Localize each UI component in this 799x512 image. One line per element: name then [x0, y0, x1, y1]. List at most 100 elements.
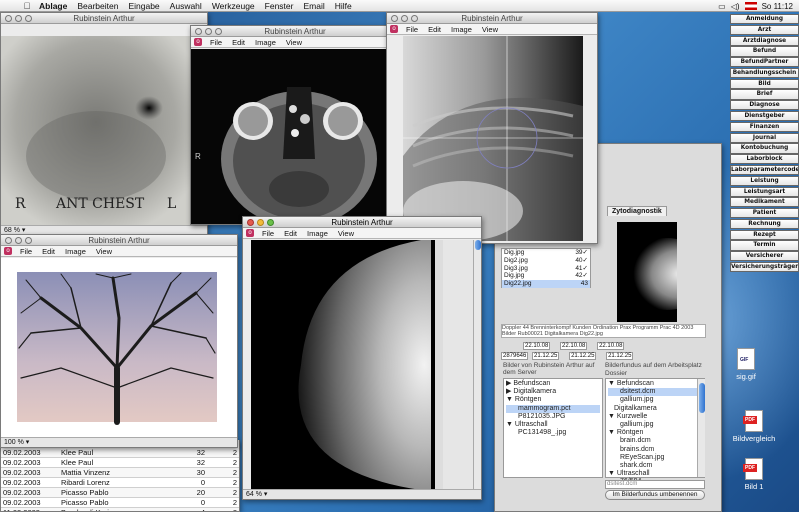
tree-item[interactable]: ▶ Digitalkamera: [506, 388, 600, 396]
titlebar[interactable]: Rubinstein Arthur: [1, 13, 207, 24]
volume-icon[interactable]: ◁): [731, 2, 740, 11]
viewer-menu-view[interactable]: View: [482, 25, 498, 34]
nav-button-laborparametercode[interactable]: Laborparametercode: [730, 164, 799, 176]
battery-icon[interactable]: ▭: [718, 2, 726, 11]
viewer-menu-file[interactable]: File: [406, 25, 418, 34]
table-row[interactable]: 09.02.2003 Ribardi Lorenz 0 2: [1, 477, 239, 488]
viewer-menu-edit[interactable]: Edit: [42, 247, 55, 256]
nav-button-finanzen[interactable]: Finanzen: [730, 121, 799, 132]
close-icon[interactable]: [5, 237, 12, 244]
nav-button-rechnung[interactable]: Rechnung: [730, 218, 799, 230]
nav-button-kontobuchung[interactable]: Kontobuchung: [730, 143, 799, 154]
tab-zytodiagnostik[interactable]: Zytodiagnostik: [607, 206, 667, 216]
time-field-1[interactable]: 21.12.25: [532, 352, 560, 360]
nav-button-rezept[interactable]: Rezept: [730, 229, 799, 240]
table-row[interactable]: 09.02.2003 Mattia Vinzenz 30 2: [1, 467, 239, 478]
tree-item[interactable]: ▼ Kurzwelle: [608, 413, 702, 421]
zoom-icon[interactable]: [411, 15, 418, 22]
viewer-menu-view[interactable]: View: [96, 247, 112, 256]
titlebar[interactable]: Rubinstein Arthur: [387, 13, 597, 24]
minimize-icon[interactable]: [205, 28, 212, 35]
tree-item[interactable]: gallium.jpg: [608, 396, 702, 404]
titlebar[interactable]: Rubinstein Arthur: [191, 26, 399, 37]
tree-item[interactable]: ▼ Röntgen: [608, 429, 702, 437]
viewer-menu-file[interactable]: File: [20, 247, 32, 256]
tree-item[interactable]: brain.dcm: [608, 437, 702, 445]
time-field-2[interactable]: 21.12.25: [569, 352, 597, 360]
desktop-icon-bild1[interactable]: Bild 1: [724, 458, 784, 491]
zoom-icon[interactable]: [25, 237, 32, 244]
table-row[interactable]: 09.02.2003 Picasso Pablo 20 2: [1, 487, 239, 498]
date-field-1[interactable]: 22.10.08: [523, 342, 551, 350]
close-icon[interactable]: [391, 15, 398, 22]
nav-button-brief[interactable]: Brief: [730, 89, 799, 100]
menu-bearbeiten[interactable]: Bearbeiten: [77, 1, 118, 11]
menu-auswahl[interactable]: Auswahl: [170, 1, 202, 11]
viewer-menu-view[interactable]: View: [338, 229, 354, 238]
nav-button-journal[interactable]: Journal: [730, 132, 799, 143]
file-row[interactable]: Dig22.jpg 43: [502, 280, 590, 288]
minimize-icon[interactable]: [257, 219, 264, 226]
table-row[interactable]: 09.02.2003 Picasso Pablo 0 2: [1, 497, 239, 508]
desktop-icon-bildvergleich[interactable]: Bildvergleich: [724, 410, 784, 443]
nav-button-laborblock[interactable]: Laborblock: [730, 154, 799, 165]
nav-button-versicherungstr-ger[interactable]: Versicherungsträger: [730, 261, 799, 273]
nav-button-arzt[interactable]: Arzt: [730, 24, 799, 35]
clock[interactable]: So 11:12: [762, 2, 793, 11]
mammogram-scrollbar[interactable]: [473, 240, 481, 490]
workspace-tree-scrollbar[interactable]: [697, 379, 705, 477]
viewer-menu-image[interactable]: Image: [65, 247, 86, 256]
viewer-menu-file[interactable]: File: [210, 38, 222, 47]
viewer-menu-image[interactable]: Image: [451, 25, 472, 34]
menu-fenster[interactable]: Fenster: [265, 1, 294, 11]
viewer-menu-file[interactable]: File: [262, 229, 274, 238]
nav-button-anmeldung[interactable]: Anmeldung: [730, 14, 799, 25]
zoom-icon[interactable]: [215, 28, 222, 35]
file-row[interactable]: Dig.jpg 42✓: [502, 272, 590, 280]
zoom-level[interactable]: 68 %: [4, 227, 20, 234]
tree-item[interactable]: brains.dcm: [608, 446, 702, 454]
nav-button-leistungsart[interactable]: Leistungsart: [730, 186, 799, 197]
zoom-level[interactable]: 100 %: [4, 439, 24, 446]
language-flag-icon[interactable]: [744, 2, 757, 10]
menu-eingabe[interactable]: Eingabe: [128, 1, 159, 11]
menu-hilfe[interactable]: Hilfe: [335, 1, 352, 11]
titlebar[interactable]: Rubinstein Arthur: [1, 235, 237, 246]
zoom-icon[interactable]: [267, 219, 274, 226]
nav-button-medikament[interactable]: Medikament: [730, 197, 799, 208]
selected-file-field[interactable]: dsitest.dcm: [605, 480, 705, 489]
viewer-menu-image[interactable]: Image: [307, 229, 328, 238]
close-icon[interactable]: [5, 15, 12, 22]
titlebar[interactable]: Rubinstein Arthur: [243, 217, 481, 228]
file-row[interactable]: Dig2.jpg 40✓: [502, 257, 590, 265]
nav-button-behandlungsschein[interactable]: Behandlungsschein: [730, 67, 799, 79]
nav-button-termin[interactable]: Termin: [730, 240, 799, 251]
tree-item[interactable]: dsitest.dcm: [608, 388, 702, 397]
tree-item[interactable]: mammogram.pct: [506, 404, 600, 413]
table-row[interactable]: 11.02.2003Bernhardi Karin42: [1, 507, 239, 511]
nav-button-versicherer[interactable]: Versicherer: [730, 251, 799, 262]
tree-item[interactable]: ▼ Ultraschall: [506, 421, 600, 429]
table-row[interactable]: 09.02.2003 Klee Paul 32 2: [1, 448, 239, 458]
close-icon[interactable]: [195, 28, 202, 35]
viewer-menu-edit[interactable]: Edit: [232, 38, 245, 47]
tree-item[interactable]: ▶ Befundscan: [506, 380, 600, 388]
number-field[interactable]: 2879646: [501, 352, 529, 360]
table-row[interactable]: 09.02.2003 Klee Paul 32 2: [1, 457, 239, 468]
minimize-icon[interactable]: [401, 15, 408, 22]
viewer-menu-edit[interactable]: Edit: [428, 25, 441, 34]
zoom-icon[interactable]: [25, 15, 32, 22]
nav-button-befundpartner[interactable]: BefundPartner: [730, 57, 799, 68]
file-row[interactable]: Dig.jpg 39✓: [502, 249, 590, 257]
zoom-level[interactable]: 64 %: [246, 491, 262, 498]
viewer-menu-edit[interactable]: Edit: [284, 229, 297, 238]
tree-item[interactable]: ▼ Ultraschall: [608, 470, 702, 478]
nav-button-dienstgeber[interactable]: Dienstgeber: [730, 111, 799, 122]
date-field-2[interactable]: 22.10.08: [560, 342, 588, 350]
tree-item[interactable]: shark.dcm: [608, 462, 702, 470]
tree-item[interactable]: P8121035.JPG: [506, 413, 600, 421]
menu-email[interactable]: Email: [303, 1, 324, 11]
menu-werkzeuge[interactable]: Werkzeuge: [212, 1, 255, 11]
nav-button-befund[interactable]: Befund: [730, 46, 799, 57]
close-icon[interactable]: [247, 219, 254, 226]
